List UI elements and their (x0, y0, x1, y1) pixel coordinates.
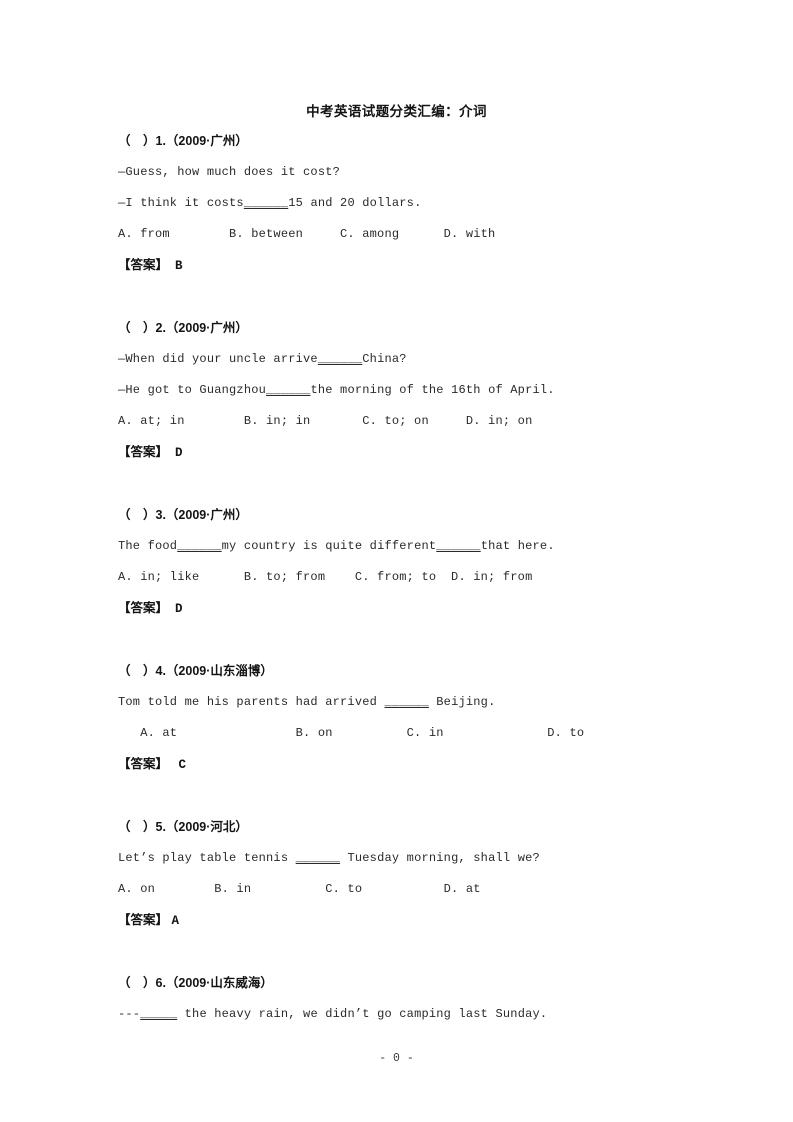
question-text-after: that here. (480, 539, 555, 553)
answer-label: 【答案】 (118, 258, 169, 272)
answer-label: 【答案】 (118, 601, 169, 615)
question-item-2: （ ）2.（2009·广州） —When did your uncle arri… (118, 313, 718, 500)
answer-label: 【答案】 (118, 757, 169, 771)
question-text-mid: my country is quite different (221, 539, 437, 553)
question-text-after: China? (362, 352, 407, 366)
question-text-before: —When did your uncle arrive (118, 352, 318, 366)
question-text-before: Tom told me his parents had arrived (118, 695, 385, 709)
question-line: ---_____ the heavy rain, we didn’t go ca… (118, 999, 718, 1030)
question-item-3: （ ）3.（2009·广州） The food______my country … (118, 500, 718, 656)
question-text-before: —I think it costs (118, 196, 244, 210)
answer-line: 【答案】 B (118, 250, 718, 282)
question-line: —When did your uncle arrive______China? (118, 344, 718, 375)
answer-blank[interactable]: ______ (436, 539, 480, 553)
answer-blank[interactable]: ______ (244, 196, 288, 210)
question-text-after: 15 and 20 dollars. (288, 196, 422, 210)
question-text-after: the heavy rain, we didn’t go camping las… (177, 1007, 548, 1021)
answer-line: 【答案】 C (118, 749, 718, 781)
question-header: （ ）1.（2009·广州） (118, 134, 248, 148)
question-text-before: The food (118, 539, 178, 553)
question-text-before: --- (118, 1007, 141, 1021)
question-options[interactable]: A. from B. between C. among D. with (118, 219, 718, 250)
answer-value: C (178, 758, 186, 772)
question-text-after: Beijing. (428, 695, 496, 709)
question-line: —He got to Guangzhou______the morning of… (118, 375, 718, 406)
answer-value: B (174, 259, 183, 273)
answer-blank[interactable]: _____ (140, 1007, 177, 1021)
question-text-before: —He got to Guangzhou (118, 383, 267, 397)
question-header: （ ）5.（2009·河北） (118, 820, 248, 834)
page-title: 中考英语试题分类汇编：介词 (306, 104, 487, 119)
question-header: （ ）2.（2009·广州） (118, 321, 248, 335)
question-text-after: the morning of the 16th of April. (310, 383, 555, 397)
question-item-1: （ ）1.（2009·广州） —Guess, how much does it … (118, 126, 718, 313)
answer-blank[interactable]: ______ (318, 352, 362, 366)
question-list: （ ）1.（2009·广州） —Guess, how much does it … (118, 126, 718, 1030)
answer-blank[interactable]: ______ (384, 695, 428, 709)
question-header: （ ）3.（2009·广州） (118, 508, 248, 522)
question-line: The food______my country is quite differ… (118, 531, 718, 562)
answer-value: D (174, 602, 183, 616)
answer-line: 【答案】 A (118, 905, 718, 937)
question-item-6: （ ）6.（2009·山东威海） ---_____ the heavy rain… (118, 968, 718, 1030)
question-line: Let’s play table tennis ______ Tuesday m… (118, 843, 718, 874)
answer-blank[interactable]: ______ (296, 851, 340, 865)
question-item-5: （ ）5.（2009·河北） Let’s play table tennis _… (118, 812, 718, 968)
answer-line: 【答案】 D (118, 437, 718, 469)
answer-value: D (174, 446, 183, 460)
question-line: —Guess, how much does it cost? (118, 165, 341, 179)
answer-blank[interactable]: ______ (266, 383, 310, 397)
document-page: 中考英语试题分类汇编：介词 （ ）1.（2009·广州） —Guess, how… (0, 0, 793, 1122)
question-header: （ ）4.（2009·山东淄博） (118, 664, 273, 678)
page-number: - 0 - (379, 1052, 414, 1065)
question-text-before: Let’s play table tennis (118, 851, 296, 865)
question-header: （ ）6.（2009·山东威海） (118, 976, 273, 990)
answer-label: 【答案】 (118, 445, 169, 459)
question-options[interactable]: A. at; in B. in; in C. to; on D. in; on (118, 406, 718, 437)
question-options[interactable]: A. in; like B. to; from C. from; to D. i… (118, 562, 718, 593)
question-options[interactable]: A. at B. on C. in D. to (118, 718, 718, 749)
question-line: Tom told me his parents had arrived ____… (118, 687, 718, 718)
answer-line: 【答案】 D (118, 593, 718, 625)
question-item-4: （ ）4.（2009·山东淄博） Tom told me his parents… (118, 656, 718, 812)
answer-value: A (171, 914, 180, 928)
answer-label: 【答案】 (118, 913, 169, 927)
question-text-after: Tuesday morning, shall we? (340, 851, 540, 865)
question-line: —I think it costs______15 and 20 dollars… (118, 188, 718, 219)
answer-blank[interactable]: ______ (177, 539, 221, 553)
question-options[interactable]: A. on B. in C. to D. at (118, 874, 718, 905)
